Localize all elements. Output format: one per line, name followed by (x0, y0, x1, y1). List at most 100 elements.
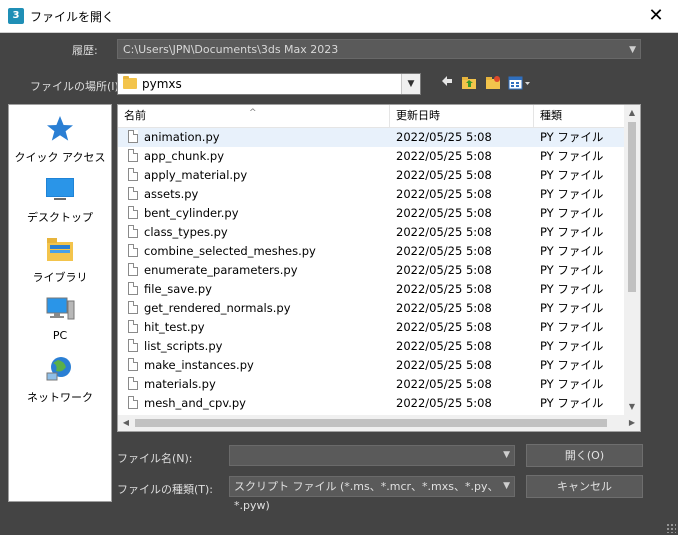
file-type: PY ファイル (540, 301, 604, 315)
file-type: PY ファイル (540, 282, 604, 296)
file-row[interactable]: hit_test.py 2022/05/25 5:08 PY ファイル (118, 318, 626, 337)
file-row[interactable]: class_types.py 2022/05/25 5:08 PY ファイル (118, 223, 626, 242)
file-icon (128, 339, 138, 352)
place-libraries[interactable]: ライブラリ (9, 235, 111, 285)
file-row[interactable]: enumerate_parameters.py 2022/05/25 5:08 PY… (118, 261, 626, 280)
file-type: PY ファイル (540, 225, 604, 239)
file-rows: animation.py 2022/05/25 5:08 PY ファイル app_ch… (118, 128, 626, 413)
file-type-label: ファイルの種類(T): (117, 483, 214, 496)
network-icon (44, 355, 76, 383)
file-type: PY ファイル (540, 149, 604, 163)
file-icon (128, 358, 138, 371)
file-date: 2022/05/25 5:08 (396, 320, 492, 334)
file-date: 2022/05/25 5:08 (396, 244, 492, 258)
resize-grip-icon[interactable] (666, 523, 676, 533)
new-folder-icon (486, 76, 500, 89)
file-row[interactable]: app_chunk.py 2022/05/25 5:08 PY ファイル (118, 147, 626, 166)
file-name: combine_selected_meshes.py (144, 244, 316, 258)
column-header-type[interactable]: 種類 (534, 105, 626, 127)
place-label: クイック アクセス (14, 151, 106, 164)
file-icon (128, 244, 138, 257)
file-row[interactable]: get_rendered_normals.py 2022/05/25 5:08 PY… (118, 299, 626, 318)
file-icon (128, 282, 138, 295)
place-desktop[interactable]: デスクトップ (9, 175, 111, 225)
file-type: PY ファイル (540, 358, 604, 372)
file-date: 2022/05/25 5:08 (396, 339, 492, 353)
column-header-date[interactable]: 更新日時 (390, 105, 534, 127)
scroll-left-icon[interactable]: ◀ (118, 415, 134, 431)
file-icon (128, 149, 138, 162)
file-row[interactable]: animation.py 2022/05/25 5:08 PY ファイル (118, 128, 626, 147)
file-date: 2022/05/25 5:08 (396, 187, 492, 201)
chevron-down-icon[interactable]: ▼ (503, 446, 510, 465)
history-dropdown[interactable]: C:\Users\JPN\Documents\3ds Max 2023 ▼ (117, 39, 641, 59)
file-row[interactable]: file_save.py 2022/05/25 5:08 PY ファイル (118, 280, 626, 299)
file-type-dropdown[interactable]: スクリプト ファイル (*.ms、*.mcr、*.mxs、*.py、*.pyw)… (229, 476, 515, 512)
scroll-right-icon[interactable]: ▶ (624, 415, 640, 431)
file-icon (128, 396, 138, 409)
chevron-down-icon[interactable]: ▼ (401, 74, 420, 94)
chevron-down-icon[interactable]: ▼ (503, 477, 510, 496)
location-dropdown[interactable]: pymxs ▼ (117, 73, 421, 95)
file-row[interactable]: combine_selected_meshes.py 2022/05/25 5:0… (118, 242, 626, 261)
places-bar: クイック アクセス デスクトップ ライブラリ PC ネットワーク (8, 104, 112, 502)
chevron-down-icon: ▼ (629, 45, 636, 55)
place-label: デスクトップ (27, 211, 93, 224)
file-name: animation.py (144, 130, 220, 144)
vertical-scrollbar[interactable]: ▲ ▼ (624, 105, 640, 415)
file-row[interactable]: assets.py 2022/05/25 5:08 PY ファイル (118, 185, 626, 204)
file-type: PY ファイル (540, 244, 604, 258)
file-type: PY ファイル (540, 130, 604, 144)
place-label: ライブラリ (32, 271, 88, 284)
file-type: PY ファイル (540, 187, 604, 201)
file-name: file_save.py (144, 282, 212, 296)
file-list[interactable]: 名前 ^ 更新日時 種類 animation.py 2022/05/25 5:08… (117, 104, 641, 432)
title-bar: 3 ファイルを開く ✕ (0, 0, 678, 33)
scroll-down-icon[interactable]: ▼ (624, 399, 640, 415)
file-row[interactable]: apply_material.py 2022/05/25 5:08 PY ファイル (118, 166, 626, 185)
up-folder-button[interactable] (460, 74, 478, 92)
file-name: materials.py (144, 377, 216, 391)
place-network[interactable]: ネットワーク (9, 355, 111, 405)
file-name: enumerate_parameters.py (144, 263, 298, 277)
cancel-button[interactable]: キャンセル (526, 475, 643, 498)
scroll-thumb[interactable] (628, 122, 636, 292)
file-date: 2022/05/25 5:08 (396, 377, 492, 391)
file-row[interactable]: mesh_and_cpv.py 2022/05/25 5:08 PY ファイル (118, 394, 626, 413)
star-icon (44, 115, 76, 143)
close-button[interactable]: ✕ (634, 0, 678, 32)
open-button[interactable]: 開く(O) (526, 444, 643, 467)
new-folder-button[interactable] (484, 74, 502, 92)
file-name: mesh_and_cpv.py (144, 396, 246, 410)
scroll-up-icon[interactable]: ▲ (624, 105, 640, 121)
file-row[interactable]: list_scripts.py 2022/05/25 5:08 PY ファイル (118, 337, 626, 356)
file-icon (128, 377, 138, 390)
file-date: 2022/05/25 5:08 (396, 358, 492, 372)
horizontal-scrollbar[interactable]: ◀ ▶ (118, 415, 640, 431)
file-name-input[interactable]: ▼ (229, 445, 515, 466)
file-icon (128, 130, 138, 143)
file-date: 2022/05/25 5:08 (396, 206, 492, 220)
view-menu-button[interactable] (506, 74, 532, 92)
column-header-name[interactable]: 名前 ^ (118, 105, 390, 127)
sort-ascending-icon: ^ (249, 108, 257, 118)
file-type: PY ファイル (540, 320, 604, 334)
place-quick-access[interactable]: クイック アクセス (9, 115, 111, 165)
place-pc[interactable]: PC (9, 295, 111, 342)
file-row[interactable]: bent_cylinder.py 2022/05/25 5:08 PY ファイル (118, 204, 626, 223)
file-type: PY ファイル (540, 339, 604, 353)
place-label: ネットワーク (27, 391, 93, 404)
file-row[interactable]: make_instances.py 2022/05/25 5:08 PY ファイル (118, 356, 626, 375)
file-name: make_instances.py (144, 358, 254, 372)
file-row[interactable]: materials.py 2022/05/25 5:08 PY ファイル (118, 375, 626, 394)
scroll-thumb[interactable] (135, 419, 607, 427)
location-label: ファイルの場所(I): (30, 80, 123, 93)
file-icon (128, 187, 138, 200)
file-date: 2022/05/25 5:08 (396, 396, 492, 410)
history-value: C:\Users\JPN\Documents\3ds Max 2023 (123, 43, 339, 56)
file-icon (128, 206, 138, 219)
back-button[interactable] (438, 74, 456, 92)
file-type: PY ファイル (540, 377, 604, 391)
file-name: hit_test.py (144, 320, 205, 334)
file-name: class_types.py (144, 225, 228, 239)
